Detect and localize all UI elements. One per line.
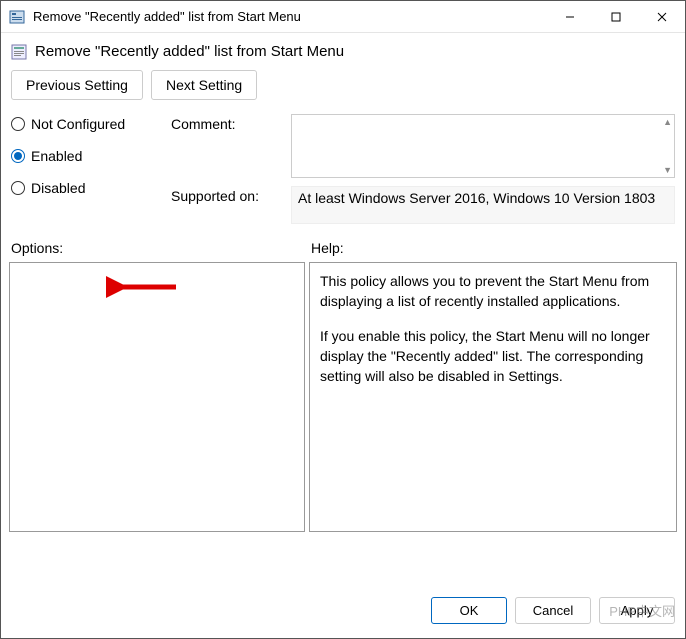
options-label: Options:: [11, 240, 311, 256]
radio-icon: [11, 181, 25, 195]
supported-on-value: At least Windows Server 2016, Windows 10…: [291, 186, 675, 224]
radio-label: Not Configured: [31, 116, 125, 132]
ok-button[interactable]: OK: [431, 597, 507, 624]
nav-buttons: Previous Setting Next Setting: [1, 66, 685, 110]
help-text-2: If you enable this policy, the Start Men…: [320, 326, 666, 387]
maximize-button[interactable]: [593, 1, 639, 33]
radio-disabled[interactable]: Disabled: [11, 180, 171, 196]
radio-enabled[interactable]: Enabled: [11, 148, 171, 164]
pane-labels: Options: Help:: [1, 228, 685, 262]
window-controls: [547, 1, 685, 33]
radio-label: Enabled: [31, 148, 82, 164]
help-label: Help:: [311, 240, 344, 256]
policy-title: Remove "Recently added" list from Start …: [35, 43, 344, 60]
radio-label: Disabled: [31, 180, 85, 196]
comment-label: Comment:: [171, 114, 291, 132]
minimize-button[interactable]: [547, 1, 593, 33]
panes: This policy allows you to prevent the St…: [1, 262, 685, 583]
app-icon: [9, 9, 25, 25]
config-area: Not Configured Enabled Disabled Comment:: [1, 110, 685, 228]
policy-header: Remove "Recently added" list from Start …: [1, 33, 685, 66]
radio-icon: [11, 149, 25, 163]
policy-icon: [11, 44, 27, 60]
policy-editor-window: Remove "Recently added" list from Start …: [0, 0, 686, 639]
next-setting-button[interactable]: Next Setting: [151, 70, 257, 100]
radio-not-configured[interactable]: Not Configured: [11, 116, 171, 132]
supported-on-label: Supported on:: [171, 186, 291, 204]
titlebar: Remove "Recently added" list from Start …: [1, 1, 685, 33]
help-pane: This policy allows you to prevent the St…: [309, 262, 677, 532]
close-button[interactable]: [639, 1, 685, 33]
radio-icon: [11, 117, 25, 131]
window-title: Remove "Recently added" list from Start …: [33, 9, 547, 24]
scroll-up-icon: ▲: [663, 117, 672, 127]
help-text-1: This policy allows you to prevent the St…: [320, 271, 666, 312]
footer: OK Cancel Apply PHP中文网: [1, 583, 685, 638]
options-pane[interactable]: [9, 262, 305, 532]
comment-input[interactable]: ▲ ▼: [291, 114, 675, 178]
previous-setting-button[interactable]: Previous Setting: [11, 70, 143, 100]
cancel-button[interactable]: Cancel: [515, 597, 591, 624]
scroll-down-icon: ▼: [663, 165, 672, 175]
apply-button[interactable]: Apply: [599, 597, 675, 624]
